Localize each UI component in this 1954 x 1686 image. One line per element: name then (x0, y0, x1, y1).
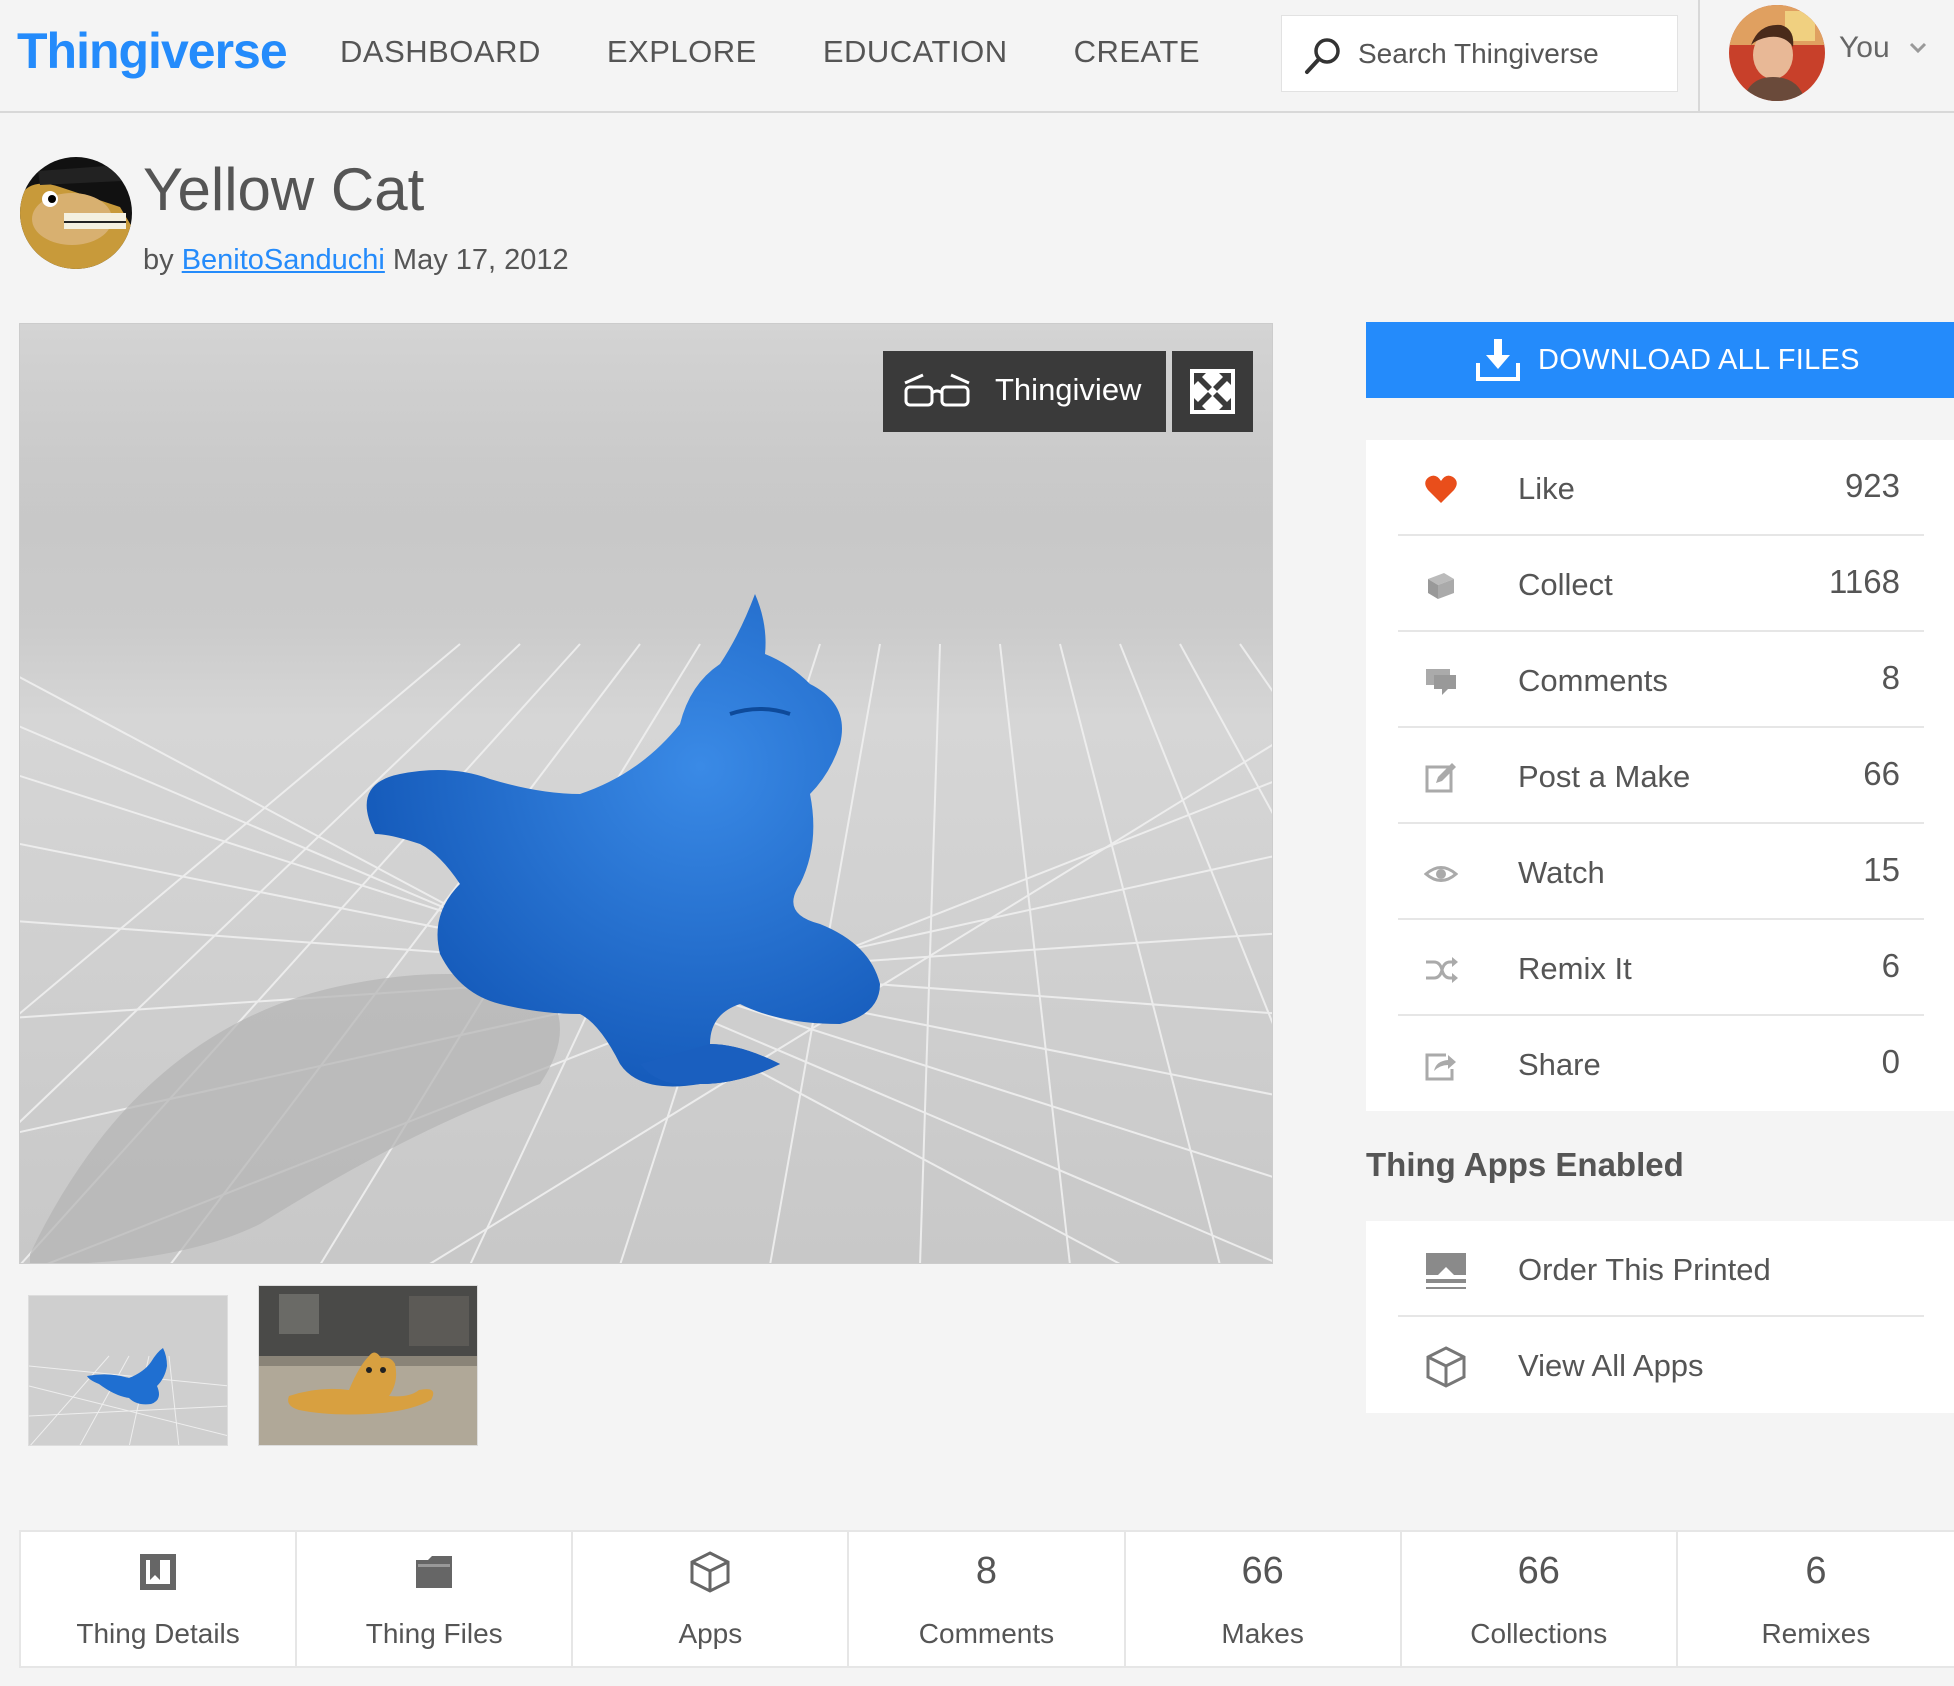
tab-comments[interactable]: 8 Comments (849, 1532, 1126, 1666)
tab-label: Thing Files (365, 1618, 503, 1649)
action-count: 923 (1844, 467, 1900, 504)
thingiview-label: Thingiview (995, 372, 1142, 407)
action-label: Collect (1518, 567, 1613, 602)
top-navbar: Thingiverse DASHBOARD EXPLORE EDUCATION … (0, 0, 1954, 113)
tab-label: Makes (1221, 1618, 1304, 1649)
thumbnail-render[interactable] (28, 1295, 228, 1446)
action-count: 0 (1881, 1043, 1900, 1080)
tab-label: Thing Details (76, 1618, 240, 1649)
details-icon (140, 1554, 177, 1590)
app-label: Order This Printed (1518, 1252, 1771, 1287)
search-input[interactable] (1358, 16, 1668, 91)
action-watch[interactable]: Watch 15 (1398, 824, 1924, 920)
edit-icon (1425, 763, 1456, 793)
tab-label: Comments (918, 1618, 1055, 1649)
cube-icon (1426, 1346, 1466, 1388)
byline: by BenitoSanduchi May 17, 2012 (143, 244, 569, 277)
nav-education[interactable]: EDUCATION (823, 34, 1008, 70)
chevron-down-icon[interactable] (1907, 37, 1929, 59)
glasses-icon (904, 373, 970, 407)
comment-icon (1426, 669, 1456, 695)
creator-avatar[interactable] (20, 157, 132, 269)
tab-label: Apps (678, 1618, 743, 1649)
page-title: Yellow Cat (143, 156, 425, 223)
app-order-printed[interactable]: Order This Printed (1398, 1221, 1924, 1317)
download-icon (1476, 339, 1520, 381)
user-menu[interactable]: You (1729, 5, 1949, 105)
action-label: Watch (1518, 855, 1605, 890)
shuffle-icon (1426, 957, 1458, 983)
printer-icon (1426, 1253, 1466, 1289)
apps-heading: Thing Apps Enabled (1366, 1146, 1684, 1183)
share-icon (1425, 1053, 1456, 1081)
action-count: 66 (1863, 755, 1900, 792)
cube-icon (690, 1551, 730, 1593)
tab-label: Collections (1470, 1618, 1608, 1649)
collect-icon (1428, 573, 1454, 599)
action-count: 6 (1881, 947, 1900, 984)
tab-count: 6 (1805, 1550, 1827, 1592)
tab-makes[interactable]: 66 Makes (1126, 1532, 1402, 1666)
thingiverse-logo[interactable]: Thingiverse (17, 22, 288, 80)
thingiview-button[interactable]: Thingiview (883, 351, 1166, 432)
eye-icon (1424, 866, 1458, 882)
nav-dashboard[interactable]: DASHBOARD (340, 34, 541, 70)
tab-thing-details[interactable]: Thing Details (21, 1532, 298, 1666)
action-like[interactable]: Like 923 (1398, 440, 1924, 536)
thumbnail-photo[interactable] (258, 1285, 478, 1446)
tab-count: 66 (1241, 1550, 1284, 1592)
heart-icon (1425, 475, 1457, 503)
action-count: 15 (1863, 851, 1900, 888)
action-comments[interactable]: Comments 8 (1398, 632, 1924, 728)
tab-count: 66 (1517, 1550, 1560, 1592)
action-list: Like 923 Collect 1168 Comments 8 Post a … (1366, 440, 1954, 1111)
user-name[interactable]: You (1839, 31, 1890, 65)
nav-create[interactable]: CREATE (1074, 34, 1200, 70)
nav-explore[interactable]: EXPLORE (607, 34, 757, 70)
download-label: DOWNLOAD ALL FILES (1538, 344, 1860, 376)
action-label: Comments (1518, 663, 1668, 698)
user-avatar[interactable] (1729, 5, 1825, 101)
model-viewer[interactable] (19, 323, 1273, 1264)
action-label: Share (1518, 1047, 1601, 1082)
action-post-make[interactable]: Post a Make 66 (1398, 728, 1924, 824)
action-remix[interactable]: Remix It 6 (1398, 920, 1924, 1016)
action-label: Remix It (1518, 951, 1632, 986)
fullscreen-button[interactable] (1172, 351, 1253, 432)
apps-list: Order This Printed View All Apps (1366, 1221, 1954, 1413)
header-divider (1698, 0, 1700, 113)
byline-prefix: by (143, 244, 174, 276)
expand-icon (1190, 369, 1235, 414)
tab-thing-files[interactable]: Thing Files (297, 1532, 574, 1666)
tab-collections[interactable]: 66 Collections (1402, 1532, 1678, 1666)
action-label: Post a Make (1518, 759, 1691, 794)
folder-icon (416, 1556, 453, 1588)
action-count: 8 (1881, 659, 1900, 696)
publish-date: May 17, 2012 (392, 244, 569, 276)
download-all-button[interactable]: DOWNLOAD ALL FILES (1366, 322, 1954, 398)
app-label: View All Apps (1518, 1348, 1704, 1383)
action-share[interactable]: Share 0 (1398, 1016, 1924, 1112)
action-label: Like (1518, 471, 1575, 506)
search-icon[interactable] (1302, 35, 1344, 77)
tab-remixes[interactable]: 6 Remixes (1678, 1532, 1954, 1666)
action-count: 1168 (1829, 563, 1900, 600)
app-view-all[interactable]: View All Apps (1398, 1317, 1924, 1413)
tab-label: Remixes (1761, 1618, 1871, 1649)
tab-count: 8 (975, 1550, 998, 1592)
action-collect[interactable]: Collect 1168 (1398, 536, 1924, 632)
thing-tabs: Thing Details Thing Files Apps 8 Comment… (19, 1530, 1954, 1668)
author-link[interactable]: BenitoSanduchi (182, 244, 385, 276)
search-box (1281, 15, 1678, 92)
tab-apps[interactable]: Apps (573, 1532, 850, 1666)
main-nav: DASHBOARD EXPLORE EDUCATION CREATE (340, 34, 1266, 70)
